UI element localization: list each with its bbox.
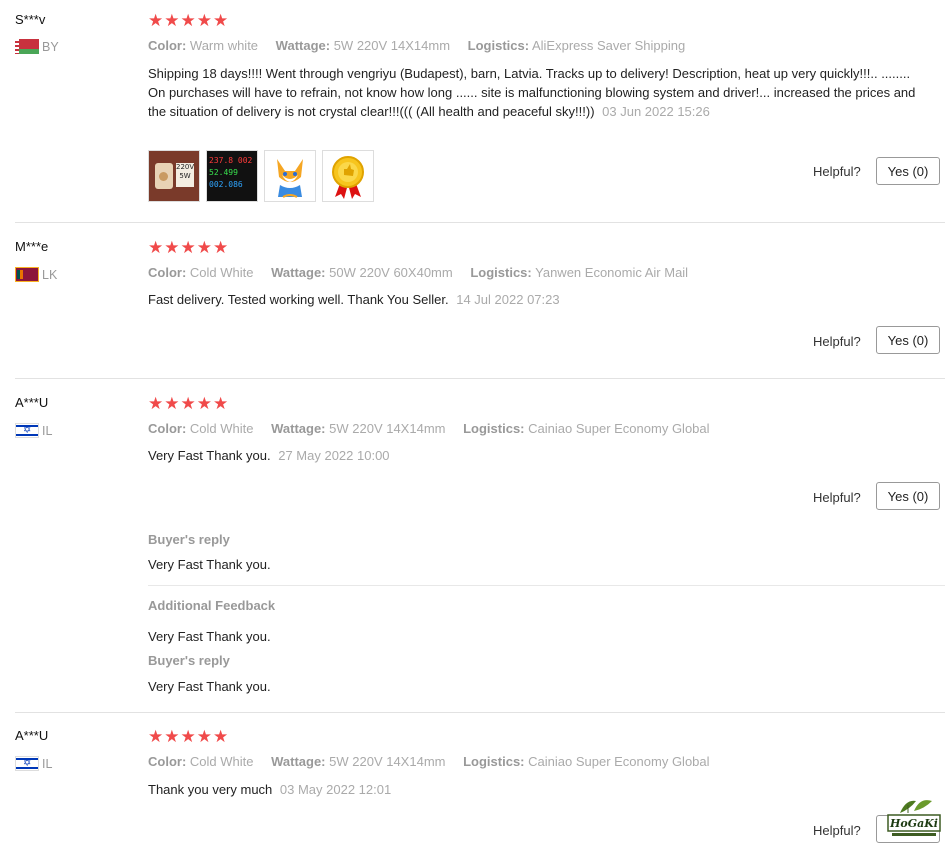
israel-flag-icon [15,423,39,438]
review-photo[interactable] [264,150,316,202]
belarus-flag-icon [15,39,39,54]
review-text: Thank you very much 03 May 2022 12:01 [148,780,918,799]
review-photo[interactable] [322,150,374,202]
award-badge-image [332,156,364,199]
logistics-value: Cainiao Super Economy Global [528,421,710,436]
review-body: Shipping 18 days!!!! Went through vengri… [148,66,916,119]
reply-divider [148,585,945,586]
helpful-label: Helpful? [813,164,861,179]
additional-feedback-label: Additional Feedback [148,598,276,613]
wattage-label: Wattage: [271,421,326,436]
country-code: BY [42,39,59,54]
country-code: IL [42,423,53,438]
wattage-label: Wattage: [275,38,331,53]
color-label: Color: [148,265,187,280]
review-text: Fast delivery. Tested working well. Than… [148,290,918,309]
review-divider [15,378,945,379]
wattage-value: 5W 220V 14X14mm [333,38,451,53]
helpful-label: Helpful? [813,823,861,838]
meter-reading-2: 52.499 [209,168,238,177]
sri-lanka-flag-icon [15,267,39,282]
helpful-label: Helpful? [813,334,861,349]
meter-reading-3: 002.086 [209,180,243,189]
logistics-label: Logistics: [463,421,525,436]
buyer-reply-label: Buyer's reply [148,653,230,668]
review-date: 14 Jul 2022 07:23 [456,292,560,307]
reviewer-name: M***e [15,239,49,254]
wattage-value: 50W 220V 60X40mm [329,265,453,280]
review-text: Very Fast Thank you. 27 May 2022 10:00 [148,446,918,465]
logistics-label: Logistics: [463,754,525,769]
reviewer-name: S***v [15,12,46,27]
review-text: Shipping 18 days!!!! Went through vengri… [148,64,918,121]
color-label: Color: [148,38,187,53]
reviewer-country: LK [15,267,57,282]
logo-text: HoGaKi [890,817,938,830]
review-photos: 220V 5W 237.8 002 52.499 002.086 [148,150,374,202]
helpful-yes-button[interactable]: Yes (0) [876,326,940,354]
logistics-label: Logistics: [467,38,530,53]
wattage-value: 5W 220V 14X14mm [329,421,446,436]
color-value: Cold White [189,265,254,280]
review-date: 03 May 2022 12:01 [279,782,392,797]
helpful-yes-button[interactable]: Yes (0) [876,482,940,510]
review-attributes: Color: Cold White Wattage: 5W 220V 14X14… [148,754,710,769]
review-photo[interactable]: 237.8 002 52.499 002.086 [206,150,258,202]
star-rating: ★★★★★ [148,727,230,746]
meter-reading-1: 237.8 002 [209,156,253,165]
additional-feedback-text: Very Fast Thank you. [148,629,271,644]
reviewer-country: IL [15,423,52,438]
reviewer-name: A***U [15,728,49,743]
review-attributes: Color: Cold White Wattage: 50W 220V 60X4… [148,265,688,280]
logistics-value: Yanwen Economic Air Mail [535,265,689,280]
review-body: Very Fast Thank you. [148,448,271,463]
color-value: Cold White [189,421,254,436]
review-divider [15,222,945,223]
wattage-label: Wattage: [271,265,326,280]
color-label: Color: [148,421,187,436]
color-value: Cold White [189,754,254,769]
reviewer-country: IL [15,756,52,771]
country-code: LK [42,267,58,282]
star-rating: ★★★★★ [148,238,230,257]
review-attributes: Color: Cold White Wattage: 5W 220V 14X14… [148,421,710,436]
color-value: Warm white [189,38,259,53]
review-date: 27 May 2022 10:00 [278,448,390,463]
israel-flag-icon [15,756,39,771]
logistics-label: Logistics: [470,265,532,280]
review-body: Thank you very much [148,782,273,797]
buyer-reply-text: Very Fast Thank you. [148,557,271,572]
review-divider [15,712,945,713]
review-photo[interactable]: 220V 5W [148,150,200,202]
color-label: Color: [148,754,187,769]
reviewer-country: BY [15,39,59,54]
buyer-reply-label: Buyer's reply [148,532,230,547]
helpful-label: Helpful? [813,490,861,505]
led-chip-photo-dot [159,172,168,181]
wattage-value: 5W 220V 14X14mm [329,754,446,769]
hogaki-logo: HoGaKi [886,795,942,843]
cartoon-fox-image [277,159,303,198]
review-date: 03 Jun 2022 15:26 [602,104,710,119]
wattage-label: Wattage: [271,754,326,769]
led-chip-photo-label: 220V 5W [176,163,194,187]
logistics-value: Cainiao Super Economy Global [528,754,710,769]
reviewer-name: A***U [15,395,49,410]
logistics-value: AliExpress Saver Shipping [531,38,686,53]
review-attributes: Color: Warm white Wattage: 5W 220V 14X14… [148,38,685,53]
star-rating: ★★★★★ [148,394,230,413]
buyer-reply-text: Very Fast Thank you. [148,679,271,694]
star-rating: ★★★★★ [148,11,230,30]
country-code: IL [42,756,53,771]
helpful-yes-button[interactable]: Yes (0) [876,157,940,185]
review-body: Fast delivery. Tested working well. Than… [148,292,449,307]
